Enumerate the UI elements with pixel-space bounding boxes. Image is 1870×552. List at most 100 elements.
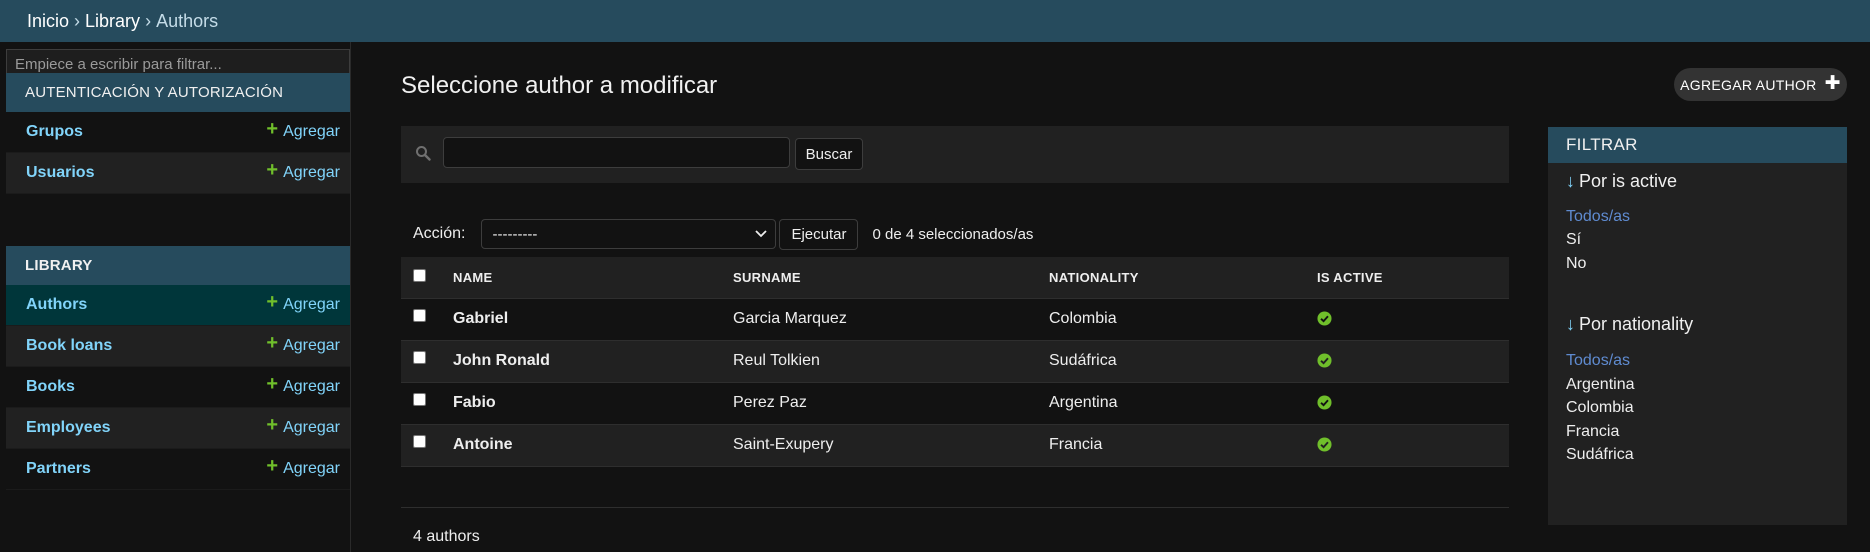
row-checkbox-cell: [401, 382, 453, 425]
action-select[interactable]: ---------: [481, 219, 777, 249]
arrow-down-icon: ↓: [1566, 171, 1575, 191]
plus-icon: +: [266, 159, 279, 181]
sidebar-item-label[interactable]: Employees: [26, 419, 110, 437]
breadcrumb-current: Authors: [156, 10, 219, 31]
plus-icon: +: [266, 455, 279, 477]
sidebar-item-partners: Partners + Agregar: [6, 449, 350, 490]
author-is-active: [1317, 298, 1509, 341]
filter-heading-is-active[interactable]: ↓ Por is active: [1566, 171, 1677, 192]
sidebar-item-grupos: Grupos + Agregar: [6, 112, 350, 153]
plus-icon: +: [266, 332, 279, 354]
breadcrumb-home[interactable]: Inicio: [27, 11, 69, 32]
sidebar-item-label[interactable]: Book loans: [26, 337, 112, 355]
action-label: Acción:: [413, 225, 466, 242]
search-icon: [416, 146, 431, 161]
column-header-surname[interactable]: SURNAME: [733, 257, 1049, 299]
page-title: Seleccione author a modificar: [401, 72, 718, 99]
author-surname: Reul Tolkien: [733, 340, 1049, 383]
row-checkbox-cell: [401, 424, 453, 467]
filter-option-is-active-yes[interactable]: Sí: [1566, 231, 1581, 249]
search-input[interactable]: [443, 137, 790, 168]
nav-sidebar: AUTENTICACIÓN Y AUTORIZACIÓN Grupos +Agr…: [0, 42, 351, 552]
arrow-down-icon: ↓: [1566, 314, 1575, 334]
filter-option-argentina[interactable]: Argentina: [1566, 376, 1635, 394]
author-surname: Perez Paz: [733, 382, 1049, 425]
execute-button[interactable]: Ejecutar: [779, 218, 859, 250]
add-book-loans-link[interactable]: + Agregar: [266, 332, 340, 356]
author-nationality: Argentina: [1049, 382, 1317, 425]
filter-option-is-active-all[interactable]: Todos/as: [1566, 208, 1630, 226]
filter-option-nationality-all[interactable]: Todos/as: [1566, 352, 1630, 370]
sidebar-item-label[interactable]: Usuarios: [26, 164, 94, 182]
row-checkbox[interactable]: [413, 309, 426, 323]
add-employees-link[interactable]: + Agregar: [266, 415, 340, 438]
sidebar-item-employees: Employees + Agregar: [6, 408, 350, 449]
selection-counter: 0 de 4 seleccionados/as: [872, 225, 1034, 243]
plus-icon: +: [266, 373, 279, 395]
table-row: Antoine Saint-Exupery Francia: [401, 424, 1509, 467]
add-label: Agregar: [283, 378, 340, 395]
author-name-link[interactable]: John Ronald: [453, 340, 733, 383]
module-caption-auth[interactable]: AUTENTICACIÓN Y AUTORIZACIÓN: [6, 73, 350, 112]
add-author-label: AGREGAR AUTHOR: [1680, 76, 1817, 93]
search-toolbar: Buscar: [401, 126, 1509, 183]
sidebar-item-label[interactable]: Partners: [26, 460, 91, 478]
plus-icon: +: [266, 291, 279, 313]
row-checkbox[interactable]: [413, 393, 426, 407]
author-is-active: [1317, 424, 1509, 467]
author-is-active: [1317, 340, 1509, 383]
column-header-nationality[interactable]: NATIONALITY: [1049, 257, 1317, 299]
add-usuarios-link[interactable]: + Agregar: [266, 159, 340, 183]
select-all-checkbox[interactable]: [413, 268, 426, 282]
filter-option-is-active-no[interactable]: No: [1566, 255, 1586, 273]
filter-option-sudafrica[interactable]: Sudáfrica: [1566, 446, 1634, 464]
result-count: 4 authors: [413, 528, 480, 545]
content-main: Seleccione author a modificar AGREGAR AU…: [351, 42, 1870, 552]
author-is-active: [1317, 382, 1509, 425]
paginator-divider: [401, 507, 1509, 508]
filter-option-colombia[interactable]: Colombia: [1566, 399, 1634, 417]
add-books-link[interactable]: + Agregar: [266, 373, 340, 397]
author-nationality: Sudáfrica: [1049, 340, 1317, 383]
module-caption-library[interactable]: LIBRARY: [6, 246, 350, 285]
author-surname: Saint-Exupery: [733, 424, 1049, 467]
filter-heading-label: Por nationality: [1579, 314, 1694, 334]
search-button[interactable]: Buscar: [795, 138, 863, 170]
filter-option-francia[interactable]: Francia: [1566, 423, 1619, 441]
sidebar-item-books: Books + Agregar: [6, 367, 350, 408]
column-header-is-active[interactable]: IS ACTIVE: [1317, 257, 1509, 299]
select-all-cell: [401, 257, 453, 299]
sidebar-item-book-loans: Book loans + Agregar: [6, 326, 350, 367]
author-name-link[interactable]: Fabio: [453, 382, 733, 425]
author-nationality: Colombia: [1049, 298, 1317, 341]
add-grupos-link[interactable]: + Agregar: [266, 118, 340, 142]
column-header-name[interactable]: NAME: [453, 257, 733, 299]
check-circle-icon: [1317, 353, 1332, 368]
add-authors-link[interactable]: + Agregar: [266, 291, 340, 315]
filter-heading-nationality[interactable]: ↓ Por nationality: [1566, 314, 1693, 335]
table-row: Gabriel Garcia Marquez Colombia: [401, 298, 1509, 341]
sidebar-item-label[interactable]: Grupos: [26, 123, 83, 141]
table-row: Fabio Perez Paz Argentina: [401, 382, 1509, 425]
row-checkbox[interactable]: [413, 435, 426, 449]
table-row: John Ronald Reul Tolkien Sudáfrica: [401, 340, 1509, 383]
sidebar-item-authors: Authors + Agregar: [6, 285, 350, 326]
sidebar-item-label[interactable]: Authors: [26, 296, 87, 314]
check-circle-icon: [1317, 437, 1332, 452]
add-label: Agregar: [283, 419, 340, 436]
sidebar-item-label[interactable]: Books: [26, 378, 75, 396]
row-checkbox[interactable]: [413, 351, 426, 365]
add-label: Agregar: [283, 164, 340, 181]
add-label: Agregar: [283, 337, 340, 354]
author-name-link[interactable]: Antoine: [453, 424, 733, 467]
filter-heading-label: Por is active: [1579, 171, 1678, 191]
breadcrumb-app[interactable]: Library: [85, 11, 140, 32]
action-select-value: ---------: [492, 225, 538, 243]
add-partners-link[interactable]: + Agregar: [266, 455, 340, 479]
filter-title: FILTRAR: [1548, 127, 1847, 163]
author-name-link[interactable]: Gabriel: [453, 298, 733, 341]
plus-icon: ✚: [1824, 73, 1841, 94]
plus-icon: +: [266, 118, 279, 140]
author-nationality: Francia: [1049, 424, 1317, 467]
add-author-button[interactable]: AGREGAR AUTHOR ✚: [1674, 68, 1847, 101]
